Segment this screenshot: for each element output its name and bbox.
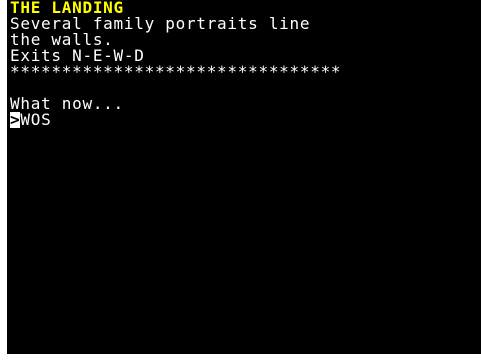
cursor-icon: >: [10, 110, 21, 129]
command-input[interactable]: >WOS: [10, 112, 51, 128]
game-display: THE LANDING Several family portraits lin…: [7, 0, 481, 354]
separator-line: ********************************: [10, 62, 342, 81]
game-window: THE LANDING Several family portraits lin…: [0, 0, 481, 361]
command-input-text[interactable]: WOS: [20, 110, 51, 129]
